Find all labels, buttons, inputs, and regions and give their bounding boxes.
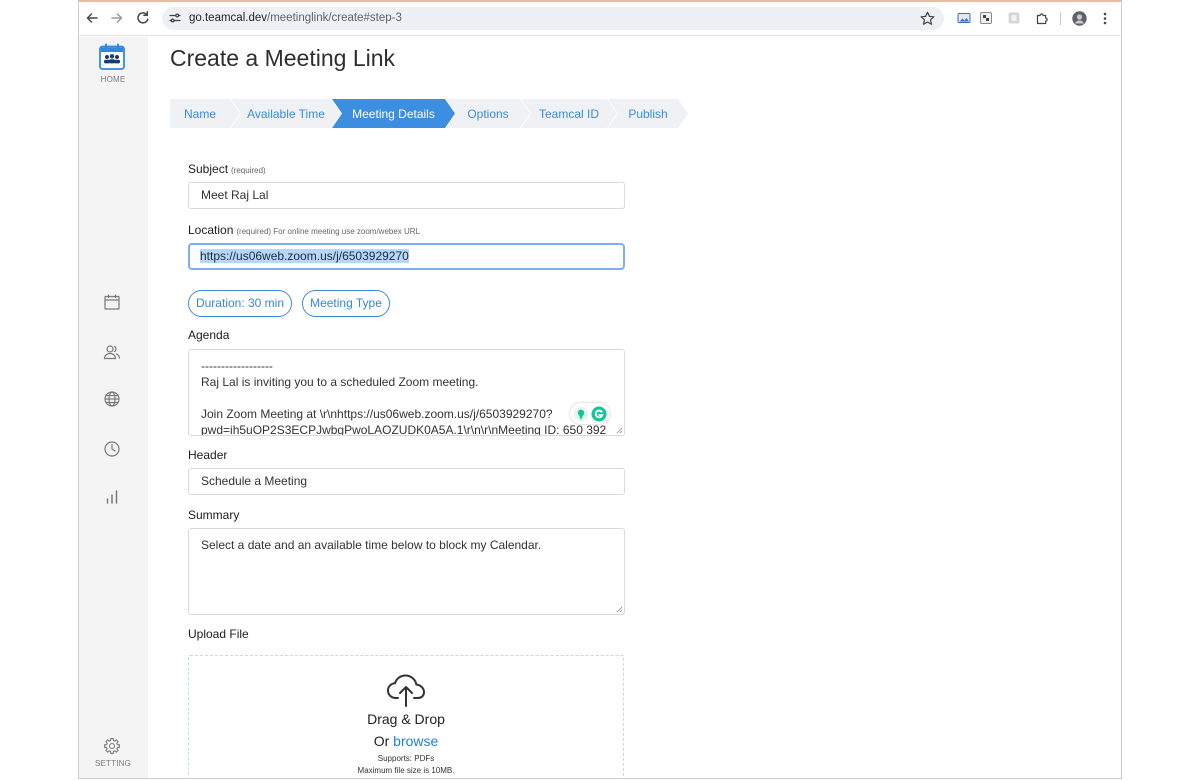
summary-value: Select a date and an available time belo… — [201, 538, 542, 552]
browser-window: go.teamcal.dev/meetinglink/create#step-3… — [78, 0, 1122, 779]
agenda-line — [201, 390, 612, 406]
home-label[interactable]: HOME — [78, 75, 148, 85]
resize-grip-icon[interactable] — [615, 605, 623, 613]
browse-link[interactable]: browse — [393, 733, 438, 749]
drag-drop-text: Drag & Drop — [367, 711, 445, 727]
extension-icon[interactable] — [1007, 11, 1021, 25]
location-label-text: Location — [188, 223, 234, 237]
or-browse-text: Or browse — [189, 732, 623, 750]
window-border-bottom — [78, 778, 1122, 779]
gear-icon[interactable] — [103, 737, 121, 755]
supported-types-text: Supports: PDFs — [377, 754, 435, 763]
agenda-textarea[interactable]: ------------------ Raj Lal is inviting y… — [188, 349, 625, 436]
location-hint: (required) For online meeting use zoom/w… — [236, 227, 421, 236]
subject-input[interactable]: Meet Raj Lal — [188, 182, 625, 209]
header-label: Header — [188, 448, 228, 462]
address-bar[interactable]: go.teamcal.dev/meetinglink/create#step-3 — [162, 7, 944, 30]
url-path: /meetinglink/create#step-3 — [267, 12, 402, 24]
toolbar-divider — [1060, 12, 1061, 25]
window-top-accent — [78, 0, 1122, 2]
upload-label: Upload File — [188, 627, 249, 641]
url-text[interactable]: go.teamcal.dev/meetinglink/create#step-3 — [189, 7, 402, 30]
calendar-team-icon[interactable] — [98, 43, 126, 71]
file-dropzone[interactable]: Drag & Drop Or browse Supports: PDFs Max… — [188, 655, 624, 779]
globe-icon[interactable] — [103, 390, 121, 408]
lightbulb-icon[interactable] — [573, 406, 589, 422]
header-input[interactable]: Schedule a Meeting — [188, 468, 625, 495]
users-icon[interactable] — [103, 343, 121, 361]
grammarly-icon[interactable] — [591, 406, 607, 422]
agenda-line: pwd=ih5uOP2S3ECPJwbgPwoLAOZUDK0A5A.1\r\n… — [201, 423, 607, 436]
extension-icon[interactable] — [979, 11, 993, 25]
summary-textarea[interactable]: Select a date and an available time belo… — [188, 528, 625, 615]
subject-value: Meet Raj Lal — [201, 188, 269, 202]
window-border-left — [78, 0, 79, 779]
profile-avatar[interactable] — [1072, 11, 1087, 26]
reload-icon[interactable] — [135, 10, 151, 26]
url-domain: go.teamcal.dev — [189, 12, 267, 24]
agenda-line: ------------------ — [201, 359, 273, 373]
bookmark-star-icon[interactable] — [920, 11, 935, 26]
more-menu-icon[interactable] — [1098, 11, 1112, 26]
resize-grip-icon[interactable] — [615, 426, 623, 434]
bar-chart-icon[interactable] — [103, 488, 121, 506]
calendar-icon[interactable] — [103, 293, 121, 311]
location-value-selected: https://us06web.zoom.us/j/6503929270 — [200, 249, 409, 263]
step-teamcal-id[interactable]: Teamcal ID — [521, 99, 617, 128]
image-extension-icon[interactable] — [957, 11, 971, 25]
site-info-icon[interactable] — [168, 11, 182, 25]
or-text: Or — [373, 733, 394, 749]
location-label: Location (required) For online meeting us… — [188, 222, 420, 240]
step-options[interactable]: Options — [446, 99, 530, 128]
step-breadcrumb: Name Available Time Meeting Details Opti… — [170, 99, 688, 128]
browser-toolbar: go.teamcal.dev/meetinglink/create#step-3 — [78, 0, 1122, 36]
page-title: Create a Meeting Link — [170, 45, 396, 71]
sidebar: HOME SETTING — [78, 37, 148, 779]
step-name[interactable]: Name — [170, 99, 240, 128]
agenda-line: Raj Lal is inviting you to a scheduled Z… — [201, 375, 479, 389]
cloud-upload-icon — [387, 674, 425, 707]
grammarly-widget[interactable] — [570, 403, 610, 424]
location-input[interactable]: https://us06web.zoom.us/j/6503929270 — [188, 243, 625, 270]
agenda-line: Join Zoom Meeting at \r\nhttps://us06web… — [201, 407, 553, 421]
window-border-right — [1121, 0, 1122, 779]
header-value: Schedule a Meeting — [201, 474, 308, 488]
step-available-time[interactable]: Available Time — [231, 99, 341, 128]
summary-label: Summary — [188, 508, 240, 522]
meeting-type-button[interactable]: Meeting Type — [302, 290, 390, 317]
step-publish[interactable]: Publish — [608, 99, 688, 128]
subject-label-text: Subject — [188, 162, 229, 176]
max-size-text: Maximum file size is 10MB. — [357, 766, 455, 775]
clock-icon[interactable] — [103, 440, 121, 458]
forward-arrow-icon[interactable] — [109, 10, 125, 26]
back-arrow-icon[interactable] — [84, 10, 100, 26]
subject-required-hint: (required) — [231, 166, 266, 175]
subject-label: Subject (required) — [188, 161, 266, 179]
agenda-label: Agenda — [188, 328, 230, 342]
setting-label[interactable]: SETTING — [78, 759, 148, 769]
duration-button[interactable]: Duration: 30 min — [188, 290, 292, 317]
step-meeting-details[interactable]: Meeting Details — [332, 99, 455, 128]
puzzle-icon[interactable] — [1035, 11, 1049, 25]
